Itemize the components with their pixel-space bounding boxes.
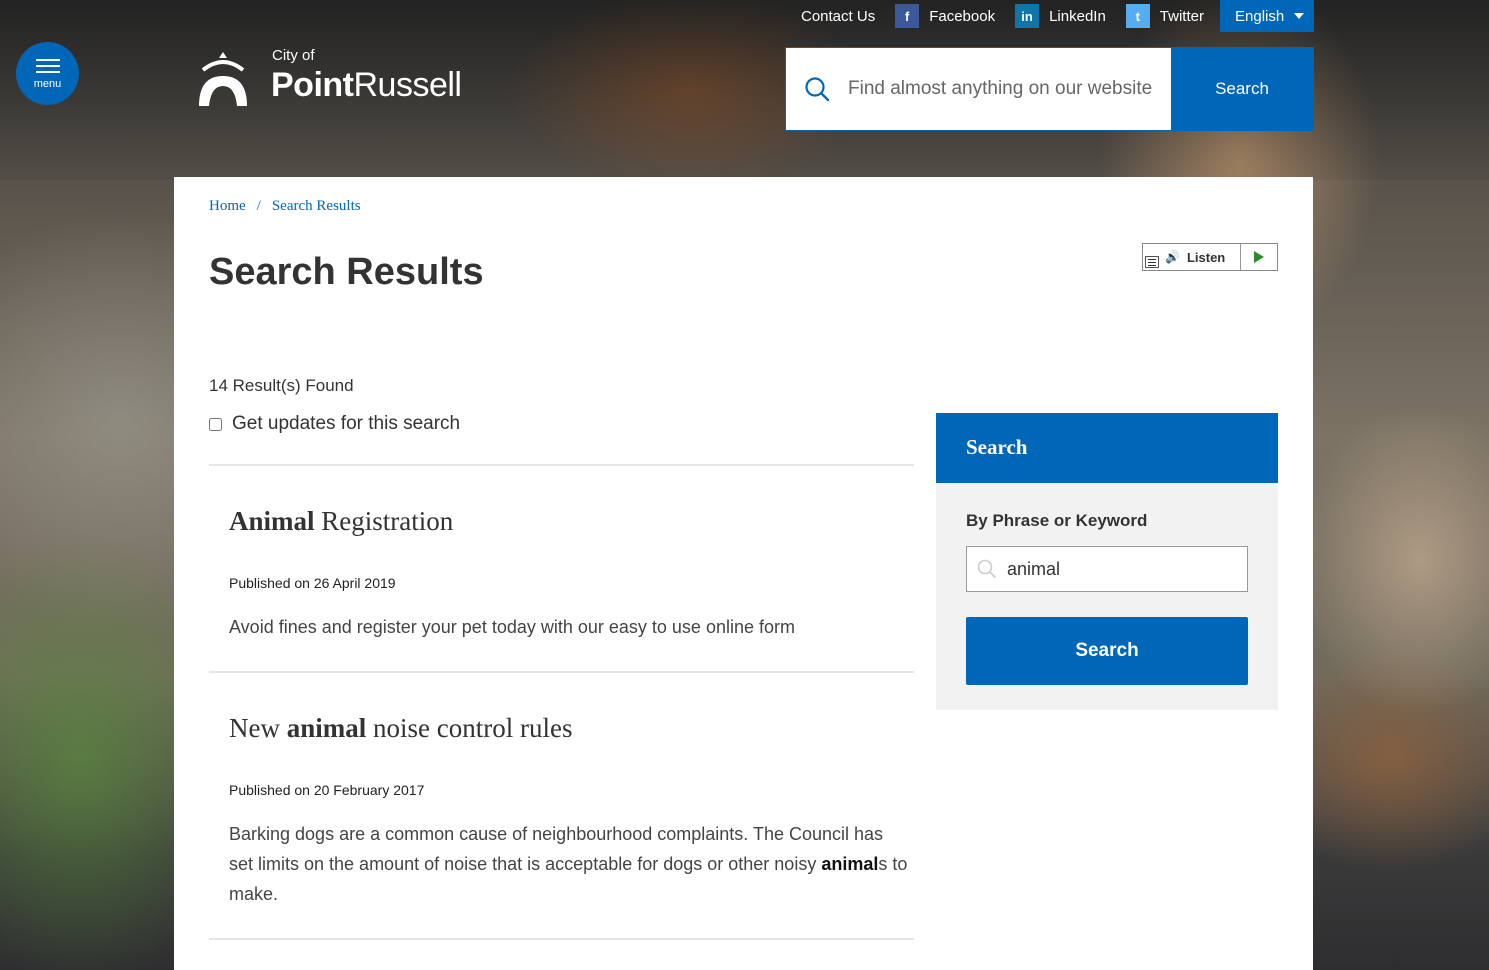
- menu-button[interactable]: menu: [16, 42, 79, 105]
- result-description: Avoid fines and register your pet today …: [229, 617, 795, 637]
- linkedin-link[interactable]: in LinkedIn: [1015, 4, 1106, 28]
- search-result: New animal noise control rules Published…: [229, 713, 909, 904]
- listen-menu-icon[interactable]: [1145, 256, 1159, 268]
- hamburger-icon: [35, 59, 60, 73]
- language-selector[interactable]: English: [1220, 0, 1314, 32]
- sidebar-search: Search By Phrase or Keyword Search: [936, 413, 1278, 710]
- top-links: Contact Us f Facebook in LinkedIn t Twit…: [790, 0, 1224, 32]
- keyword-field: [966, 546, 1248, 592]
- listen-widget: 🔊 Listen: [1142, 243, 1278, 271]
- speaker-icon: 🔊: [1165, 250, 1180, 264]
- result-date: Published on 20 February 2017: [229, 782, 425, 798]
- sidebar-search-button[interactable]: Search: [966, 617, 1248, 685]
- logo-city-of: City of: [272, 47, 315, 64]
- keyword-input[interactable]: [1007, 558, 1247, 580]
- search-icon: [967, 559, 1007, 579]
- chevron-down-icon: [1294, 13, 1304, 19]
- search-updates-option[interactable]: Get updates for this search: [209, 413, 460, 435]
- page-title: Search Results: [209, 251, 484, 293]
- result-count: 14 Result(s) Found: [209, 376, 354, 395]
- twitter-icon: t: [1125, 4, 1150, 28]
- twitter-link[interactable]: t Twitter: [1125, 4, 1204, 28]
- result-description: Barking dogs are a common cause of neigh…: [229, 824, 908, 904]
- breadcrumb-home[interactable]: Home: [209, 198, 246, 215]
- divider: [209, 671, 914, 673]
- header-search: Search: [785, 47, 1314, 131]
- search-icon: [786, 48, 848, 130]
- keyword-label: By Phrase or Keyword: [966, 511, 1148, 530]
- site-logo[interactable]: City of PointRussell: [197, 46, 471, 106]
- divider: [209, 464, 914, 466]
- search-result: Animal Registration Published on 26 Apri…: [229, 506, 909, 637]
- facebook-link[interactable]: f Facebook: [895, 4, 995, 28]
- breadcrumb: Home / Search Results: [209, 198, 361, 215]
- result-title-link[interactable]: New animal noise control rules: [229, 713, 909, 744]
- main-panel: Home / Search Results Search Results 🔊 L…: [174, 177, 1313, 970]
- logo-name: PointRussell: [271, 66, 462, 104]
- play-icon: [1254, 251, 1264, 263]
- sidebar-heading: Search: [936, 413, 1278, 483]
- listen-button[interactable]: 🔊 Listen: [1143, 244, 1241, 270]
- facebook-icon: f: [895, 4, 920, 28]
- result-date: Published on 26 April 2019: [229, 575, 396, 591]
- result-title-link[interactable]: Animal Registration: [229, 506, 909, 537]
- breadcrumb-separator: /: [256, 198, 261, 214]
- logo-mark-icon: [199, 52, 247, 106]
- header-search-button[interactable]: Search: [1171, 48, 1313, 130]
- search-updates-checkbox[interactable]: [209, 417, 222, 431]
- linkedin-icon: in: [1015, 4, 1040, 28]
- play-button[interactable]: [1241, 244, 1277, 270]
- header-search-input[interactable]: [848, 48, 1171, 130]
- breadcrumb-current[interactable]: Search Results: [272, 198, 361, 215]
- menu-label: menu: [33, 78, 62, 90]
- divider: [209, 938, 914, 940]
- contact-us-link[interactable]: Contact Us: [801, 8, 875, 25]
